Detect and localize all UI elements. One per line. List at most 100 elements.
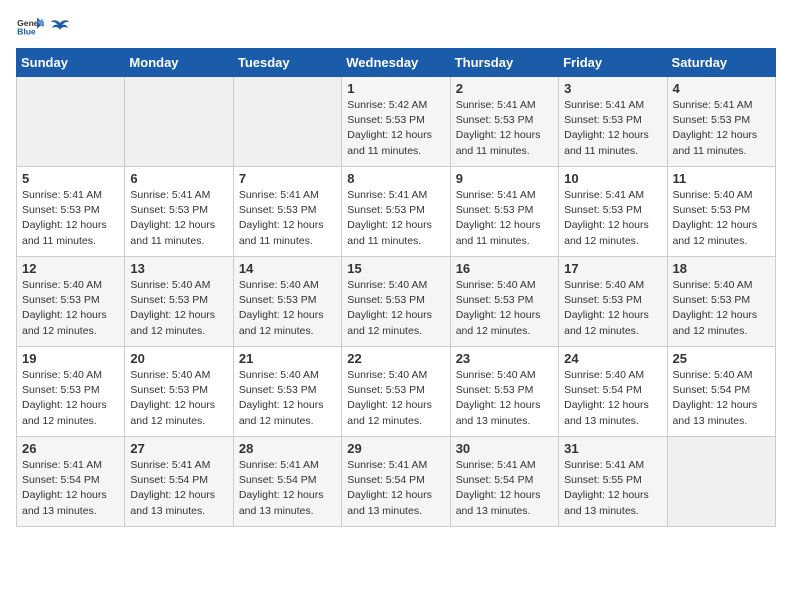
cell-daylight: Daylight: 12 hours and 13 minutes. [456,399,541,426]
cell-daylight: Daylight: 12 hours and 12 minutes. [239,309,324,336]
cell-sunset: Sunset: 5:53 PM [673,114,751,126]
day-number: 2 [456,81,553,96]
calendar-table: SundayMondayTuesdayWednesdayThursdayFrid… [16,48,776,527]
cell-daylight: Daylight: 12 hours and 11 minutes. [456,129,541,156]
cell-daylight: Daylight: 12 hours and 12 minutes. [347,399,432,426]
calendar-cell: 7 Sunrise: 5:41 AM Sunset: 5:53 PM Dayli… [233,167,341,257]
cell-sunrise: Sunrise: 5:40 AM [22,279,102,291]
calendar-cell: 26 Sunrise: 5:41 AM Sunset: 5:54 PM Dayl… [17,437,125,527]
cell-daylight: Daylight: 12 hours and 12 minutes. [347,309,432,336]
cell-sunset: Sunset: 5:53 PM [22,384,100,396]
day-number: 28 [239,441,336,456]
cell-sunrise: Sunrise: 5:40 AM [673,279,753,291]
day-number: 10 [564,171,661,186]
cell-daylight: Daylight: 12 hours and 13 minutes. [22,489,107,516]
calendar-cell: 2 Sunrise: 5:41 AM Sunset: 5:53 PM Dayli… [450,77,558,167]
cell-sunset: Sunset: 5:53 PM [347,204,425,216]
cell-sunrise: Sunrise: 5:40 AM [673,189,753,201]
day-number: 4 [673,81,770,96]
cell-daylight: Daylight: 12 hours and 11 minutes. [456,219,541,246]
cell-sunset: Sunset: 5:53 PM [239,384,317,396]
cell-sunrise: Sunrise: 5:40 AM [347,369,427,381]
day-number: 25 [673,351,770,366]
cell-sunset: Sunset: 5:53 PM [130,384,208,396]
cell-sunset: Sunset: 5:53 PM [347,114,425,126]
cell-sunrise: Sunrise: 5:41 AM [239,459,319,471]
day-number: 9 [456,171,553,186]
calendar-cell: 15 Sunrise: 5:40 AM Sunset: 5:53 PM Dayl… [342,257,450,347]
day-number: 22 [347,351,444,366]
cell-sunset: Sunset: 5:54 PM [22,474,100,486]
cell-sunset: Sunset: 5:53 PM [564,294,642,306]
calendar-cell: 21 Sunrise: 5:40 AM Sunset: 5:53 PM Dayl… [233,347,341,437]
cell-daylight: Daylight: 12 hours and 11 minutes. [564,129,649,156]
page-header: General Blue [16,16,776,36]
calendar-cell: 8 Sunrise: 5:41 AM Sunset: 5:53 PM Dayli… [342,167,450,257]
weekday-header: Monday [125,49,233,77]
cell-daylight: Daylight: 12 hours and 12 minutes. [673,219,758,246]
calendar-cell: 30 Sunrise: 5:41 AM Sunset: 5:54 PM Dayl… [450,437,558,527]
day-number: 27 [130,441,227,456]
weekday-header: Tuesday [233,49,341,77]
cell-sunrise: Sunrise: 5:40 AM [564,279,644,291]
calendar-cell: 11 Sunrise: 5:40 AM Sunset: 5:53 PM Dayl… [667,167,775,257]
cell-daylight: Daylight: 12 hours and 13 minutes. [347,489,432,516]
cell-daylight: Daylight: 12 hours and 13 minutes. [673,399,758,426]
calendar-cell: 20 Sunrise: 5:40 AM Sunset: 5:53 PM Dayl… [125,347,233,437]
cell-sunset: Sunset: 5:53 PM [673,204,751,216]
cell-daylight: Daylight: 12 hours and 12 minutes. [22,399,107,426]
weekday-header: Wednesday [342,49,450,77]
svg-text:Blue: Blue [17,27,36,36]
cell-daylight: Daylight: 12 hours and 11 minutes. [347,129,432,156]
calendar-cell: 1 Sunrise: 5:42 AM Sunset: 5:53 PM Dayli… [342,77,450,167]
calendar-cell: 12 Sunrise: 5:40 AM Sunset: 5:53 PM Dayl… [17,257,125,347]
cell-sunrise: Sunrise: 5:41 AM [456,189,536,201]
cell-daylight: Daylight: 12 hours and 11 minutes. [239,219,324,246]
cell-sunset: Sunset: 5:54 PM [347,474,425,486]
cell-daylight: Daylight: 12 hours and 11 minutes. [347,219,432,246]
cell-sunrise: Sunrise: 5:40 AM [130,279,210,291]
calendar-cell: 13 Sunrise: 5:40 AM Sunset: 5:53 PM Dayl… [125,257,233,347]
cell-daylight: Daylight: 12 hours and 12 minutes. [673,309,758,336]
calendar-cell [233,77,341,167]
cell-daylight: Daylight: 12 hours and 12 minutes. [22,309,107,336]
weekday-header: Sunday [17,49,125,77]
calendar-cell: 16 Sunrise: 5:40 AM Sunset: 5:53 PM Dayl… [450,257,558,347]
calendar-cell: 31 Sunrise: 5:41 AM Sunset: 5:55 PM Dayl… [559,437,667,527]
calendar-cell: 27 Sunrise: 5:41 AM Sunset: 5:54 PM Dayl… [125,437,233,527]
cell-sunrise: Sunrise: 5:41 AM [22,189,102,201]
cell-sunrise: Sunrise: 5:41 AM [347,189,427,201]
day-number: 15 [347,261,444,276]
logo: General Blue [16,16,70,36]
cell-sunset: Sunset: 5:53 PM [347,294,425,306]
cell-sunset: Sunset: 5:55 PM [564,474,642,486]
cell-sunset: Sunset: 5:53 PM [673,294,751,306]
cell-sunset: Sunset: 5:53 PM [564,114,642,126]
calendar-cell: 19 Sunrise: 5:40 AM Sunset: 5:53 PM Dayl… [17,347,125,437]
cell-sunrise: Sunrise: 5:41 AM [564,189,644,201]
logo-bird-icon [50,18,70,38]
day-number: 1 [347,81,444,96]
cell-sunrise: Sunrise: 5:41 AM [673,99,753,111]
cell-sunset: Sunset: 5:53 PM [22,204,100,216]
calendar-cell: 14 Sunrise: 5:40 AM Sunset: 5:53 PM Dayl… [233,257,341,347]
cell-sunrise: Sunrise: 5:40 AM [347,279,427,291]
cell-sunset: Sunset: 5:53 PM [130,204,208,216]
logo-icon: General Blue [16,16,44,36]
cell-daylight: Daylight: 12 hours and 12 minutes. [564,219,649,246]
cell-sunrise: Sunrise: 5:41 AM [22,459,102,471]
day-number: 5 [22,171,119,186]
day-number: 23 [456,351,553,366]
cell-daylight: Daylight: 12 hours and 13 minutes. [130,489,215,516]
cell-daylight: Daylight: 12 hours and 13 minutes. [239,489,324,516]
cell-sunset: Sunset: 5:53 PM [130,294,208,306]
cell-sunset: Sunset: 5:54 PM [130,474,208,486]
calendar-cell: 10 Sunrise: 5:41 AM Sunset: 5:53 PM Dayl… [559,167,667,257]
weekday-header: Thursday [450,49,558,77]
cell-sunrise: Sunrise: 5:41 AM [130,459,210,471]
cell-sunset: Sunset: 5:53 PM [239,294,317,306]
cell-sunrise: Sunrise: 5:41 AM [239,189,319,201]
calendar-cell: 29 Sunrise: 5:41 AM Sunset: 5:54 PM Dayl… [342,437,450,527]
cell-daylight: Daylight: 12 hours and 11 minutes. [673,129,758,156]
calendar-cell [125,77,233,167]
